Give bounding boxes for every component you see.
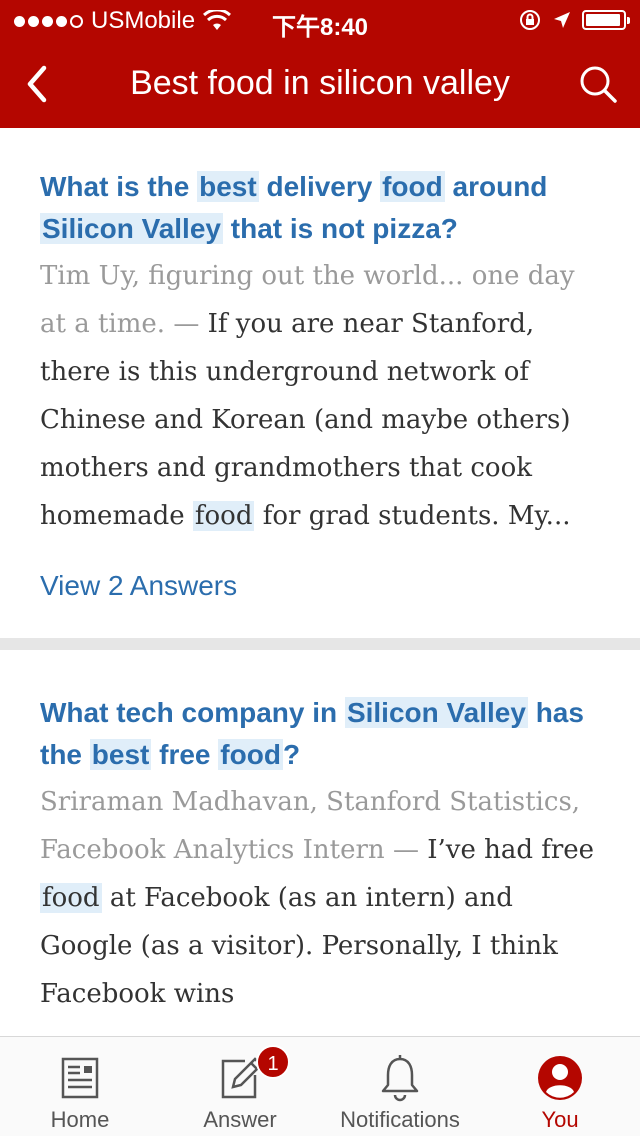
result-card: What is the best delivery food around Si… — [0, 128, 640, 638]
search-icon[interactable] — [576, 62, 620, 106]
status-bar: USMobile 下午8:40 — [0, 0, 640, 41]
tab-answer[interactable]: 1 Answer — [160, 1037, 320, 1137]
carrier-info: USMobile — [14, 7, 232, 35]
header: USMobile 下午8:40 Best food in silicon val… — [0, 0, 640, 128]
tab-you[interactable]: You — [480, 1037, 640, 1137]
page-title: Best food in silicon valley — [130, 64, 510, 102]
tab-notifications-label: Notifications — [340, 1107, 460, 1132]
user-avatar-icon — [538, 1056, 582, 1100]
tab-you-label: You — [541, 1107, 579, 1132]
carrier-name: USMobile — [91, 7, 196, 34]
answer-excerpt[interactable]: Tim Uy, figuring out the world... one da… — [40, 252, 600, 540]
bell-icon — [381, 1055, 419, 1102]
answer-excerpt[interactable]: Sriraman Madhavan, Stanford Statistics, … — [40, 778, 600, 1018]
answer-badge: 1 — [256, 1045, 290, 1079]
view-answers-link[interactable]: View 2 Answers — [40, 570, 600, 602]
nav-bar: Best food in silicon valley — [0, 40, 640, 128]
card-divider — [0, 638, 640, 650]
rotation-lock-icon — [520, 10, 540, 30]
search-results: What is the best delivery food around Si… — [0, 128, 640, 1036]
tab-home[interactable]: Home — [0, 1037, 160, 1137]
status-right — [518, 8, 630, 32]
tab-home-label: Home — [50, 1107, 110, 1132]
tab-notifications[interactable]: Notifications — [320, 1037, 480, 1137]
question-title[interactable]: What tech company in Silicon Valley has … — [40, 692, 600, 776]
battery-icon — [582, 10, 630, 30]
status-time: 下午8:40 — [272, 14, 369, 41]
signal-icon — [14, 14, 83, 28]
wifi-icon — [203, 10, 232, 30]
result-card: What tech company in Silicon Valley has … — [0, 650, 640, 1018]
home-feed-icon — [61, 1057, 99, 1099]
tab-answer-label: Answer — [203, 1107, 277, 1132]
location-arrow-icon — [554, 12, 570, 28]
question-title[interactable]: What is the best delivery food around Si… — [40, 166, 600, 250]
tab-bar: Home 1 Answer Notifications You — [0, 1036, 640, 1136]
